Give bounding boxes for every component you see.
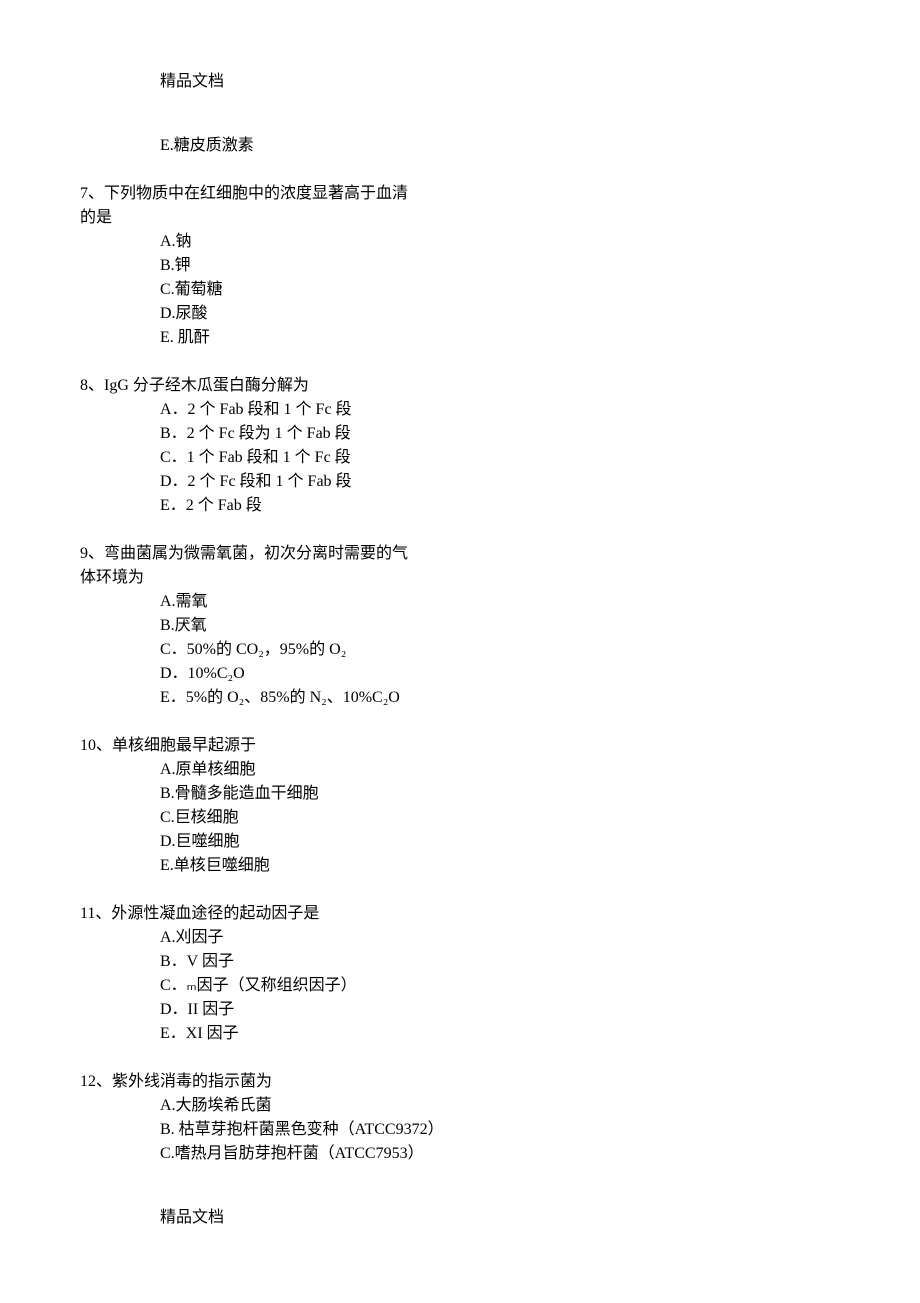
option: B．V 因子 — [160, 950, 840, 974]
option: E.单核巨噬细胞 — [160, 854, 840, 878]
option: A.刈因子 — [160, 926, 840, 950]
option: A.大肠埃希氏菌 — [160, 1094, 840, 1118]
page-footer: 精品文档 — [160, 1206, 840, 1230]
option: A.钠 — [160, 230, 840, 254]
options-list: A.钠 B.钾 C.葡萄糖 D.尿酸 E. 肌酐 — [160, 230, 840, 350]
options-list: A.大肠埃希氏菌 B. 枯草芽抱杆菌黑色变种（ATCC9372） C.嗜热月旨肪… — [160, 1094, 840, 1166]
option: B.厌氧 — [160, 614, 840, 638]
continued-option: E.糖皮质激素 — [160, 134, 840, 158]
question-stem: 12、紫外线消毒的指示菌为 — [80, 1070, 840, 1094]
option: C．ₘ因子（又称组织因子） — [160, 974, 840, 998]
page-header: 精品文档 — [160, 70, 840, 94]
question-7: 7、下列物质中在红细胞中的浓度显著高于血清 的是 A.钠 B.钾 C.葡萄糖 D… — [80, 182, 840, 350]
document-page: 精品文档 E.糖皮质激素 7、下列物质中在红细胞中的浓度显著高于血清 的是 A.… — [0, 0, 920, 1290]
option: C.葡萄糖 — [160, 278, 840, 302]
question-stem: 9、弯曲菌属为微需氧菌，初次分离时需要的气 体环境为 — [80, 542, 840, 590]
option: B.骨髓多能造血干细胞 — [160, 782, 840, 806]
option: C.嗜热月旨肪芽抱杆菌（ATCC7953） — [160, 1142, 840, 1166]
question-stem: 11、外源性凝血途径的起动因子是 — [80, 902, 840, 926]
question-stem: 10、单核细胞最早起源于 — [80, 734, 840, 758]
options-list: A．2 个 Fab 段和 1 个 Fc 段 B．2 个 Fc 段为 1 个 Fa… — [160, 398, 840, 518]
option: D．10%C₂O — [160, 662, 840, 686]
question-10: 10、单核细胞最早起源于 A.原单核细胞 B.骨髓多能造血干细胞 C.巨核细胞 … — [80, 734, 840, 878]
option: A.需氧 — [160, 590, 840, 614]
question-9: 9、弯曲菌属为微需氧菌，初次分离时需要的气 体环境为 A.需氧 B.厌氧 C．5… — [80, 542, 840, 710]
question-11: 11、外源性凝血途径的起动因子是 A.刈因子 B．V 因子 C．ₘ因子（又称组织… — [80, 902, 840, 1046]
question-stem: 7、下列物质中在红细胞中的浓度显著高于血清 的是 — [80, 182, 840, 230]
stem-text: 下列物质中在红细胞中的浓度显著高于血清 — [104, 185, 408, 202]
option: D.巨噬细胞 — [160, 830, 840, 854]
option: D．2 个 Fc 段和 1 个 Fab 段 — [160, 470, 840, 494]
stem-text: 紫外线消毒的指示菌为 — [112, 1073, 272, 1090]
option: D．II 因子 — [160, 998, 840, 1022]
question-number: 9、 — [80, 545, 104, 562]
question-number: 12、 — [80, 1073, 112, 1090]
stem-text: 弯曲菌属为微需氧菌，初次分离时需要的气 — [104, 545, 408, 562]
question-number: 7、 — [80, 185, 104, 202]
question-12: 12、紫外线消毒的指示菌为 A.大肠埃希氏菌 B. 枯草芽抱杆菌黑色变种（ATC… — [80, 1070, 840, 1166]
option: E．XI 因子 — [160, 1022, 840, 1046]
question-number: 8、 — [80, 377, 104, 394]
stem-text: 体环境为 — [80, 566, 840, 590]
question-stem: 8、IgG 分子经木瓜蛋白酶分解为 — [80, 374, 840, 398]
options-list: A.需氧 B.厌氧 C．50%的 CO₂，95%的 O₂ D．10%C₂O E．… — [160, 590, 840, 710]
option: E．2 个 Fab 段 — [160, 494, 840, 518]
question-8: 8、IgG 分子经木瓜蛋白酶分解为 A．2 个 Fab 段和 1 个 Fc 段 … — [80, 374, 840, 518]
options-list: A.原单核细胞 B.骨髓多能造血干细胞 C.巨核细胞 D.巨噬细胞 E.单核巨噬… — [160, 758, 840, 878]
option: E. 肌酐 — [160, 326, 840, 350]
question-number: 11、 — [80, 905, 111, 922]
option: B．2 个 Fc 段为 1 个 Fab 段 — [160, 422, 840, 446]
stem-text: 外源性凝血途径的起动因子是 — [111, 905, 319, 922]
options-list: A.刈因子 B．V 因子 C．ₘ因子（又称组织因子） D．II 因子 E．XI … — [160, 926, 840, 1046]
option: C.巨核细胞 — [160, 806, 840, 830]
option: B.钾 — [160, 254, 840, 278]
option: B. 枯草芽抱杆菌黑色变种（ATCC9372） — [160, 1118, 840, 1142]
option: E．5%的 O₂、85%的 N₂、10%C₂O — [160, 686, 840, 710]
stem-text: 的是 — [80, 206, 840, 230]
option: C．1 个 Fab 段和 1 个 Fc 段 — [160, 446, 840, 470]
option: D.尿酸 — [160, 302, 840, 326]
stem-text: IgG 分子经木瓜蛋白酶分解为 — [104, 377, 309, 394]
option: A.原单核细胞 — [160, 758, 840, 782]
question-number: 10、 — [80, 737, 112, 754]
option: C．50%的 CO₂，95%的 O₂ — [160, 638, 840, 662]
stem-text: 单核细胞最早起源于 — [112, 737, 256, 754]
option: A．2 个 Fab 段和 1 个 Fc 段 — [160, 398, 840, 422]
